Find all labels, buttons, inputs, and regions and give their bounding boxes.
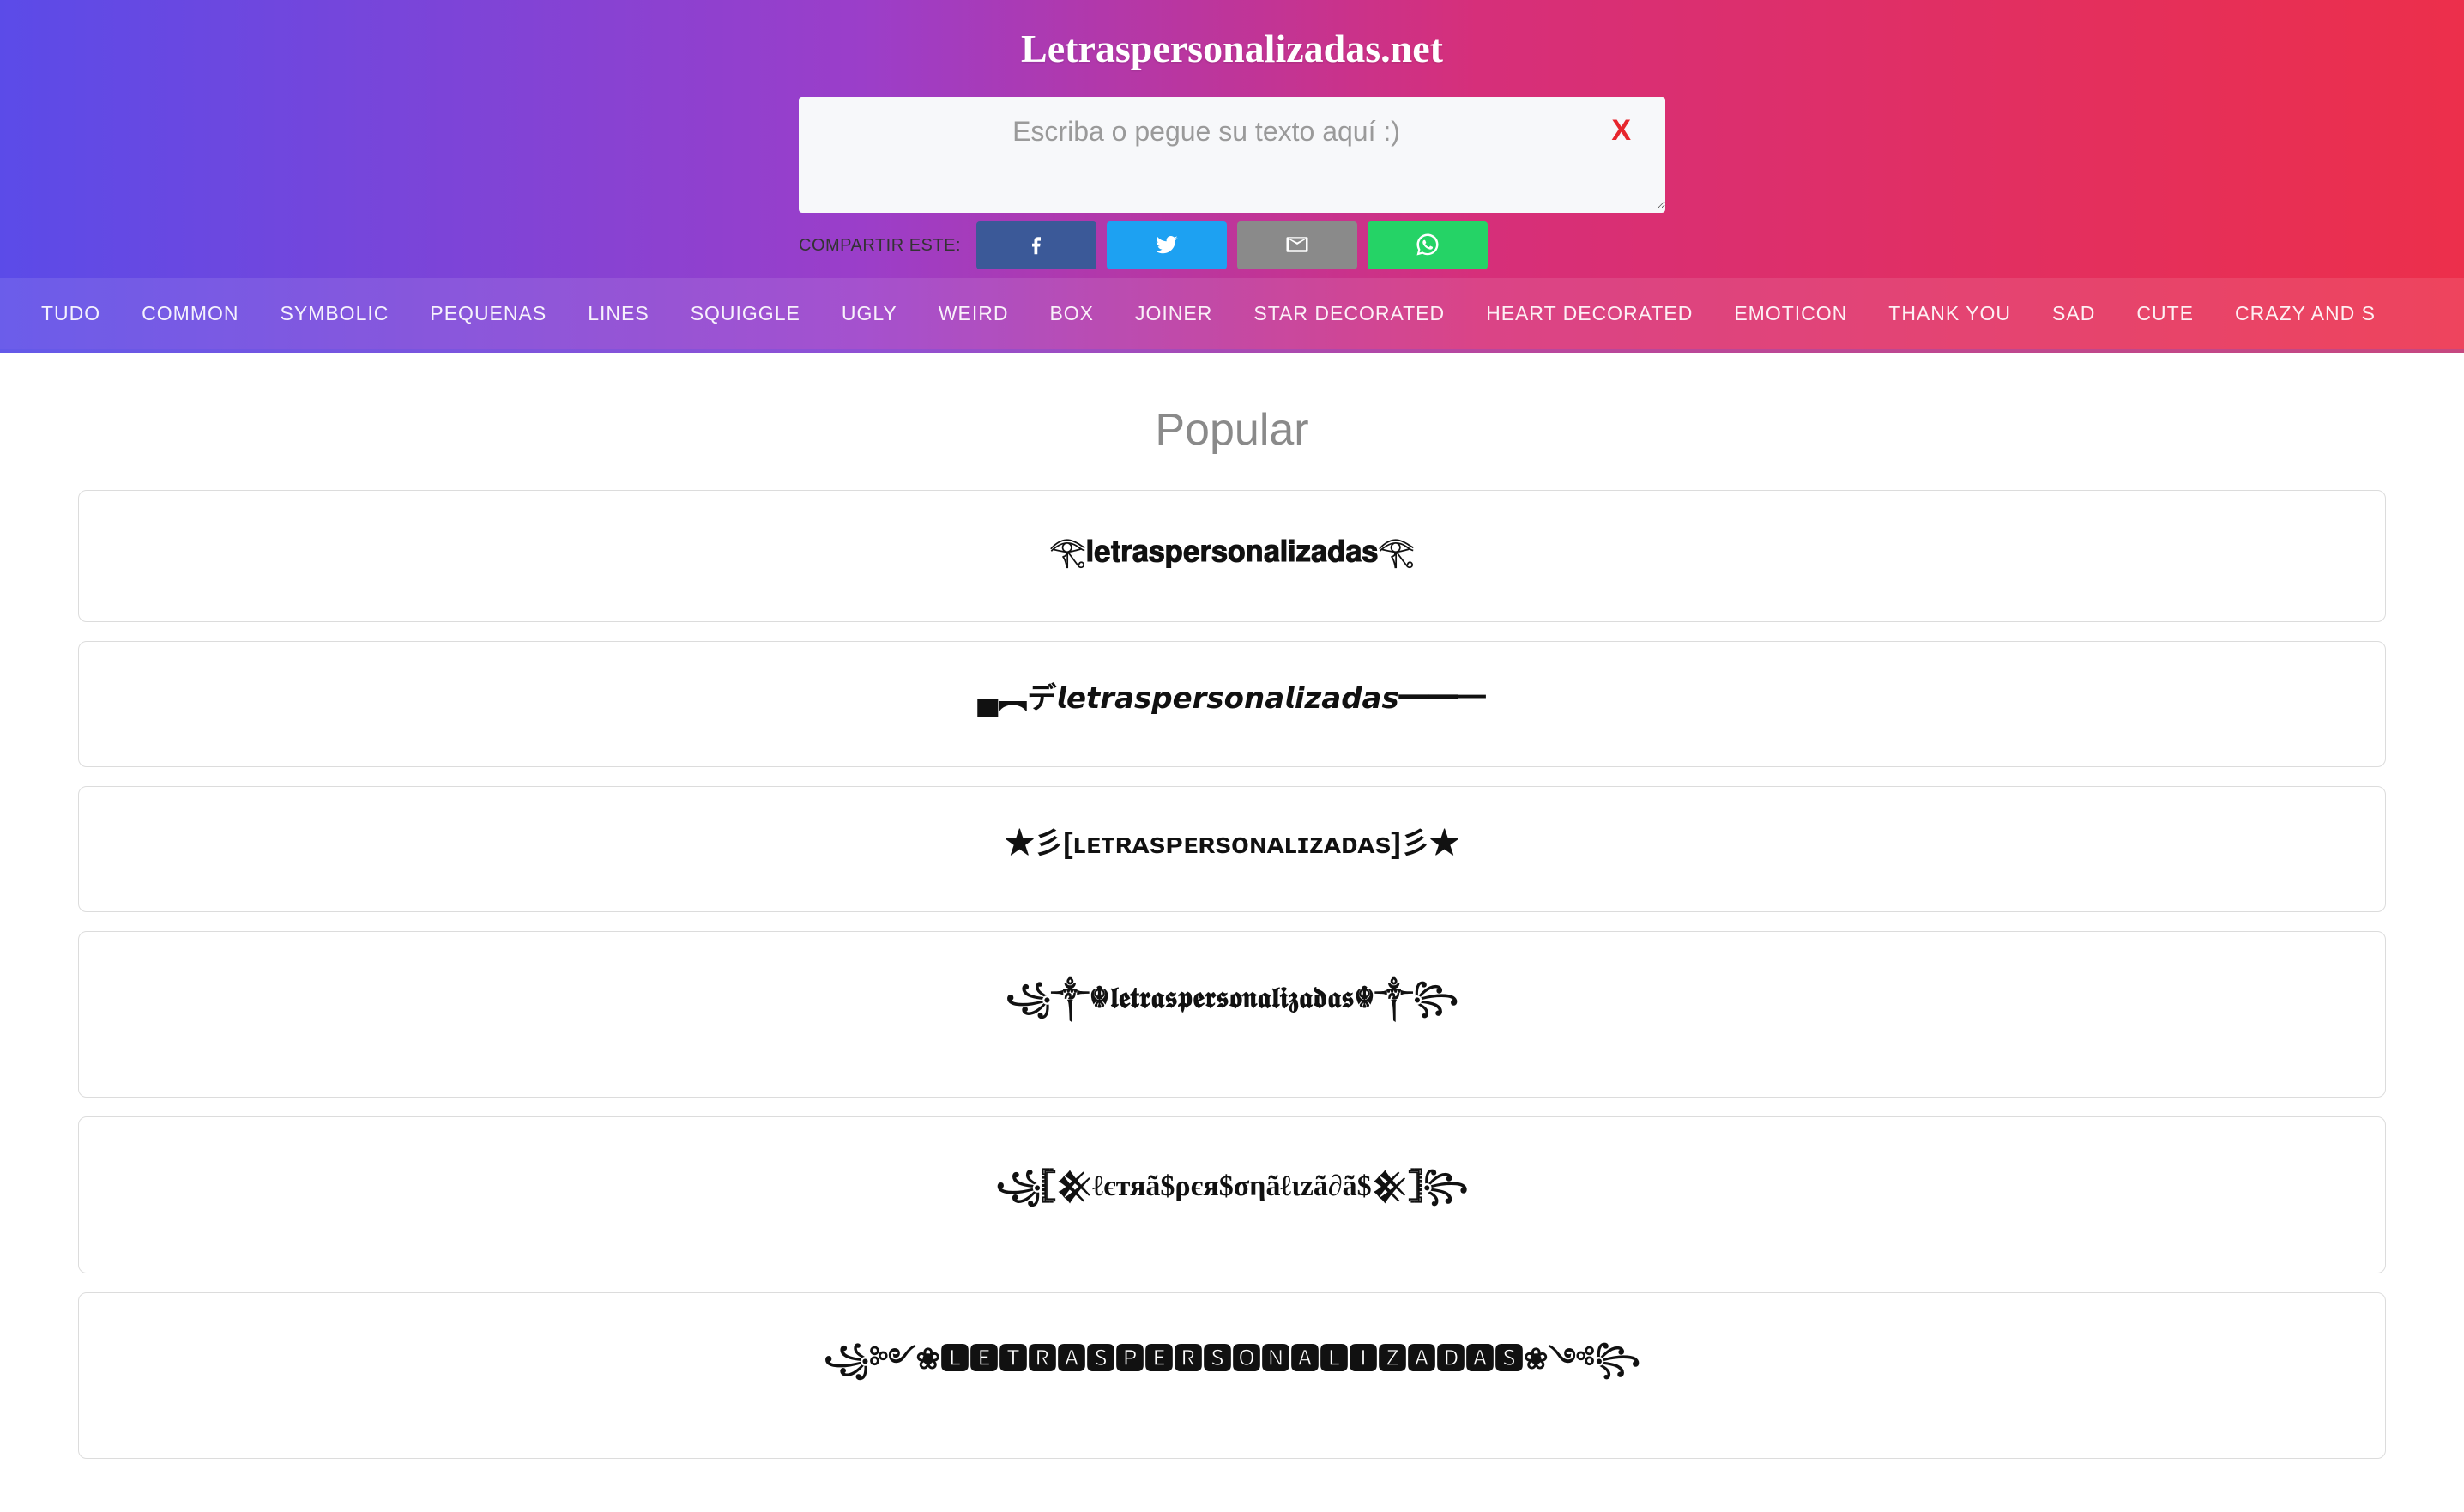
nav-item-thank-you[interactable]: THANK YOU xyxy=(1868,278,2032,349)
category-nav[interactable]: TUDO COMMON SYMBOLIC PEQUENAS LINES SQUI… xyxy=(0,278,2464,353)
style-card[interactable]: 𓂀𝐥𝐞𝐭𝐫𝐚𝐬𝐩𝐞𝐫𝐬𝐨𝐧𝐚𝐥𝐢𝐳𝐚𝐝𝐚𝐬𓂀 xyxy=(78,490,2386,622)
nav-item-heart-decorated[interactable]: HEART DECORATED xyxy=(1465,278,1713,349)
nav-item-lines[interactable]: LINES xyxy=(567,278,669,349)
facebook-icon xyxy=(1024,232,1049,260)
whatsapp-icon xyxy=(1415,232,1440,260)
nav-item-common[interactable]: COMMON xyxy=(121,278,259,349)
share-twitter-button[interactable] xyxy=(1107,221,1227,269)
nav-item-sad[interactable]: SAD xyxy=(2032,278,2116,349)
style-card[interactable]: ★彡[ʟᴇᴛʀᴀsᴘᴇʀsᴏɴᴀʟɪᴢᴀᴅᴀs]彡★ xyxy=(78,786,2386,912)
nav-item-tudo[interactable]: TUDO xyxy=(21,278,121,349)
share-facebook-button[interactable] xyxy=(976,221,1096,269)
text-input[interactable] xyxy=(799,97,1665,209)
style-text: ꧁༒☬𝖑𝖊𝖙𝖗𝖆𝖘𝖕𝖊𝖗𝖘𝖔𝖓𝖆𝖑𝖎𝖟𝖆𝖉𝖆𝖘☬༒꧂ xyxy=(105,965,2359,1047)
style-card[interactable]: ꧁༻❀🅻🅴🆃🆁🅰🆂🅿🅴🆁🆂🅾🅽🅰🅻🅸🆉🅰🅳🅰🆂❀༺꧂ xyxy=(78,1292,2386,1459)
style-text: ▄︻デ𝙡𝙚𝙩𝙧𝙖𝙨𝙥𝙚𝙧𝙨𝙤𝙣𝙖𝙡𝙞𝙯𝙖𝙙𝙖𝙨━━一 xyxy=(105,674,2359,717)
nav-item-pequenas[interactable]: PEQUENAS xyxy=(409,278,567,349)
share-row: COMPARTIR ESTE: xyxy=(391,213,2073,269)
share-whatsapp-button[interactable] xyxy=(1368,221,1488,269)
nav-item-cute[interactable]: CUTE xyxy=(2116,278,2214,349)
nav-item-box[interactable]: BOX xyxy=(1029,278,1114,349)
nav-item-weird[interactable]: WEIRD xyxy=(918,278,1030,349)
nav-item-ugly[interactable]: UGLY xyxy=(821,278,918,349)
nav-item-star-decorated[interactable]: STAR DECORATED xyxy=(1233,278,1465,349)
site-title: Letraspersonalizadas.net xyxy=(0,26,2464,71)
style-text: ★彡[ʟᴇᴛʀᴀsᴘᴇʀsᴏɴᴀʟɪᴢᴀᴅᴀs]彡★ xyxy=(105,820,2359,862)
style-card[interactable]: ▄︻デ𝙡𝙚𝙩𝙧𝙖𝙨𝙥𝙚𝙧𝙨𝙤𝙣𝙖𝙡𝙞𝙯𝙖𝙙𝙖𝙨━━一 xyxy=(78,641,2386,767)
style-card[interactable]: ꧁𓊈𒆜ℓєтяã$ρєя$σηãℓιzã∂ã$𒆜𓊉꧂ xyxy=(78,1116,2386,1273)
header: Letraspersonalizadas.net X COMPARTIR EST… xyxy=(0,0,2464,353)
clear-input-button[interactable]: X xyxy=(1611,114,1631,148)
nav-item-crazy[interactable]: CRAZY AND S xyxy=(2214,278,2396,349)
share-label: COMPARTIR ESTE: xyxy=(799,236,961,256)
content: Popular 𓂀𝐥𝐞𝐭𝐫𝐚𝐬𝐩𝐞𝐫𝐬𝐨𝐧𝐚𝐥𝐢𝐳𝐚𝐝𝐚𝐬𓂀 ▄︻デ𝙡𝙚𝙩𝙧𝙖𝙨… xyxy=(18,353,2446,1512)
nav-item-emoticon[interactable]: EMOTICON xyxy=(1713,278,1868,349)
style-text: 𓂀𝐥𝐞𝐭𝐫𝐚𝐬𝐩𝐞𝐫𝐬𝐨𝐧𝐚𝐥𝐢𝐳𝐚𝐝𝐚𝐬𓂀 xyxy=(105,523,2359,572)
style-text: ꧁༻❀🅻🅴🆃🆁🅰🆂🅿🅴🆁🆂🅾🅽🅰🅻🅸🆉🅰🅳🅰🆂❀༺꧂ xyxy=(105,1326,2359,1408)
nav-item-squiggle[interactable]: SQUIGGLE xyxy=(670,278,821,349)
twitter-icon xyxy=(1154,232,1180,260)
text-input-wrap: X xyxy=(799,97,1665,213)
nav-item-joiner[interactable]: JOINER xyxy=(1114,278,1233,349)
share-email-button[interactable] xyxy=(1237,221,1357,269)
section-title: Popular xyxy=(78,404,2386,456)
nav-item-symbolic[interactable]: SYMBOLIC xyxy=(260,278,410,349)
email-icon xyxy=(1284,232,1310,260)
style-text: ꧁𓊈𒆜ℓєтяã$ρєя$σηãℓιzã∂ã$𒆜𓊉꧂ xyxy=(105,1150,2359,1223)
style-card[interactable]: ꧁༒☬𝖑𝖊𝖙𝖗𝖆𝖘𝖕𝖊𝖗𝖘𝖔𝖓𝖆𝖑𝖎𝖟𝖆𝖉𝖆𝖘☬༒꧂ xyxy=(78,931,2386,1098)
input-row: X xyxy=(391,97,2073,213)
